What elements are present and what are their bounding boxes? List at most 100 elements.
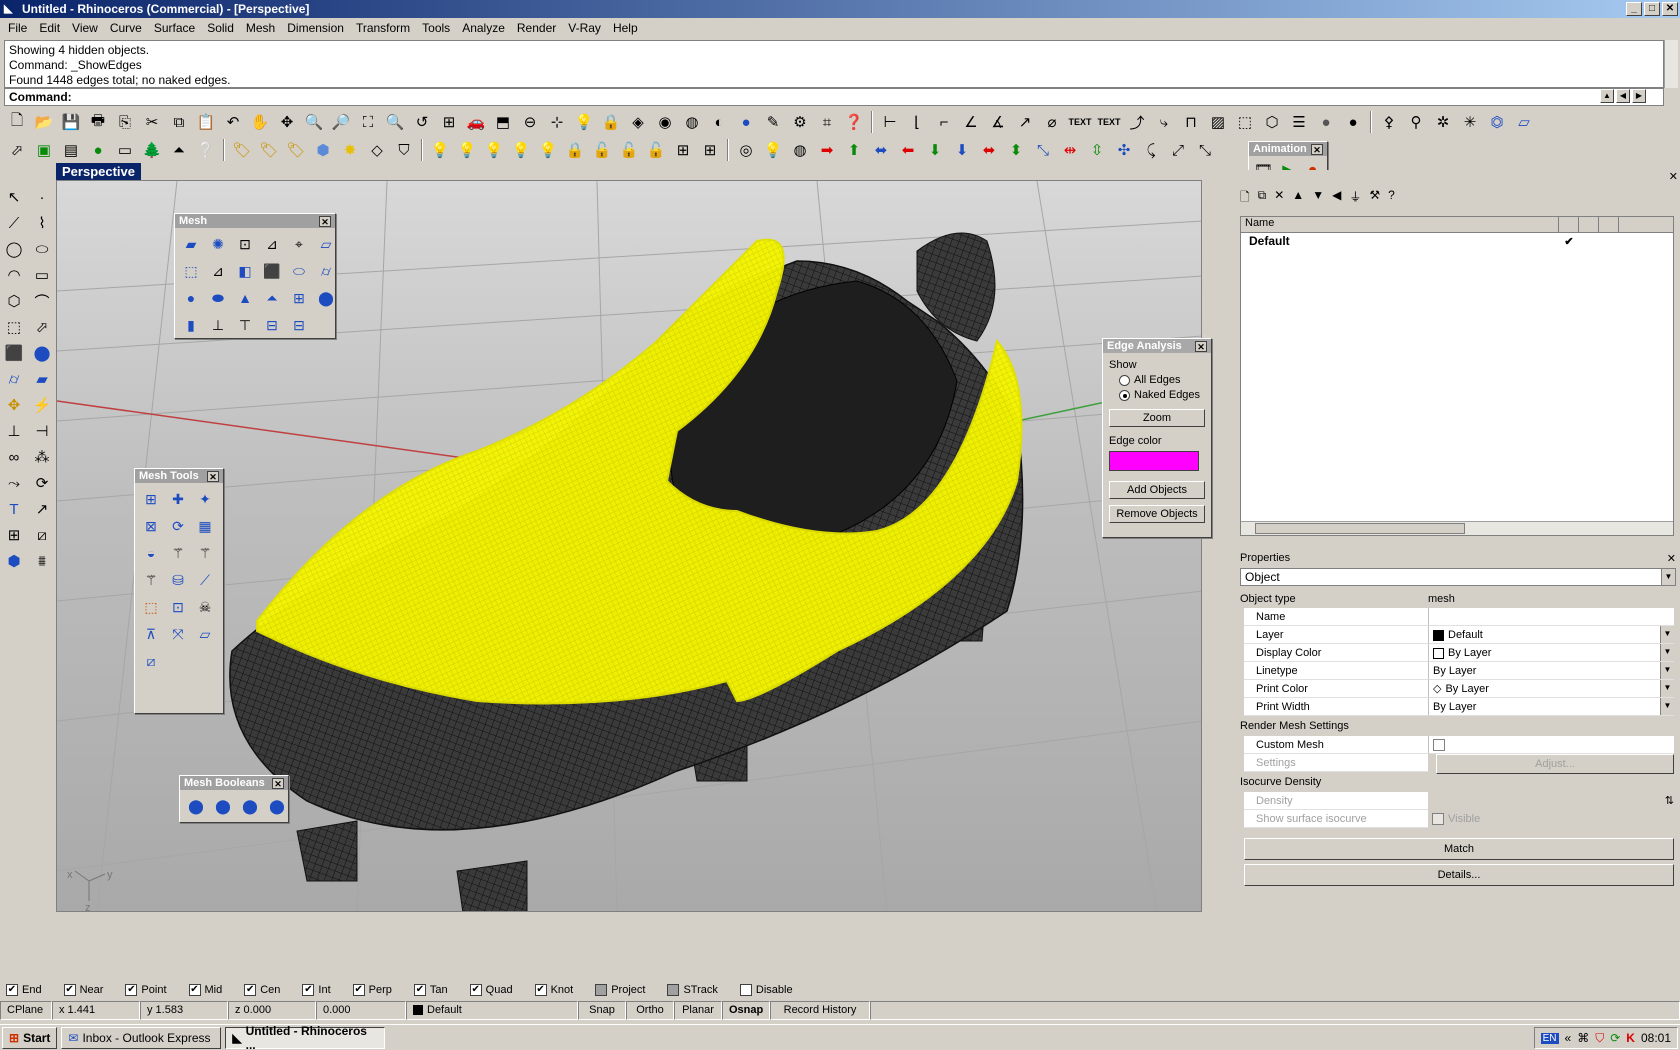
light-off-icon[interactable]: 💡 <box>427 137 453 163</box>
mesh-collapse-icon[interactable]: ⊼ <box>138 621 164 647</box>
osnap-checkbox[interactable]: ✔ <box>413 984 426 996</box>
command-history-scrollbar[interactable] <box>1664 40 1678 88</box>
lock-select-icon[interactable]: 🔓 <box>616 137 642 163</box>
command-prev-icon[interactable]: ◀ <box>1616 89 1630 103</box>
menu-vray[interactable]: V-Ray <box>562 21 607 35</box>
mirror-icon[interactable]: ⧄ <box>28 522 56 548</box>
help-icon[interactable]: ❓ <box>841 109 867 135</box>
osnap-checkbox[interactable]: ✔ <box>244 984 257 996</box>
bend-icon[interactable]: ⤹ <box>1138 137 1164 163</box>
linetype-select[interactable]: By Layer ▼ <box>1428 662 1674 680</box>
text-object-icon[interactable]: TEXT <box>1066 117 1094 127</box>
arc-icon[interactable]: ◠ <box>0 262 28 288</box>
mesh-solid-box-icon[interactable]: ⬛ <box>259 258 285 284</box>
tray-antivirus-icon[interactable]: K <box>1626 1031 1635 1045</box>
paste-icon[interactable]: 📋 <box>193 109 219 135</box>
mesh-split-icon[interactable]: ⊤ <box>232 312 258 338</box>
ortho-toggle[interactable]: Ortho <box>626 1001 674 1020</box>
cplane-indicator[interactable]: CPlane <box>0 1001 52 1020</box>
mesh-boolean-difference-icon[interactable]: ⬤ <box>210 793 236 819</box>
mesh-explode-icon[interactable]: ✦ <box>192 486 218 512</box>
clock[interactable]: 08:01 <box>1641 1031 1671 1045</box>
properties-selector[interactable]: Object ▼ <box>1240 568 1676 586</box>
arrow-collapse-icon[interactable]: ⇹ <box>1057 137 1083 163</box>
prop-row-print-width[interactable]: Print Width By Layer ▼ <box>1244 698 1674 716</box>
mesh-unweld-icon[interactable]: ⊟ <box>286 312 312 338</box>
osnap-mid[interactable]: ✔ Mid <box>188 984 222 996</box>
print-width-select[interactable]: By Layer ▼ <box>1428 698 1674 716</box>
tools-icon[interactable]: ⚒ <box>1369 188 1380 209</box>
properties-close-icon[interactable]: ✕ <box>1667 552 1676 566</box>
layer-select[interactable]: Default ▼ <box>1428 626 1674 644</box>
render-setup-icon[interactable]: ⬀ <box>4 137 30 163</box>
pan-hand-icon[interactable]: ✋ <box>247 109 273 135</box>
fillet-icon[interactable]: ⌒ <box>28 288 56 314</box>
curvature-icon[interactable]: ◎ <box>733 137 759 163</box>
chevron-down-icon[interactable]: ▼ <box>1660 662 1674 679</box>
maximize-button[interactable]: □ <box>1644 2 1660 16</box>
vray-sun-icon[interactable]: ✳ <box>1457 109 1483 135</box>
density-stepper-icon[interactable]: ⇅ <box>1665 795 1674 807</box>
mesh-boolean-split-icon[interactable]: ⬤ <box>264 793 290 819</box>
scroll-thumb[interactable] <box>1255 523 1465 534</box>
viewport-title[interactable]: Perspective <box>56 163 141 180</box>
mesh-flip-icon[interactable]: ⟋ <box>192 567 218 593</box>
pencil-icon[interactable]: ✎ <box>760 109 786 135</box>
mesh-intersect-icon[interactable]: ⤧ <box>165 621 191 647</box>
all-edges-radio[interactable] <box>1119 374 1130 386</box>
arrow-down-icon[interactable]: ⬇ <box>922 137 948 163</box>
details-button[interactable]: Details... <box>1244 864 1674 886</box>
unlock-select-icon[interactable]: 🔓 <box>643 137 669 163</box>
tree-icon[interactable]: 🌲 <box>139 137 165 163</box>
new-layer-icon[interactable]: 🗋 <box>1240 188 1250 209</box>
edge-color-swatch[interactable] <box>1109 451 1199 471</box>
mesh-swap-icon[interactable]: ⟳ <box>165 513 191 539</box>
custom-mesh-checkbox[interactable] <box>1433 739 1445 752</box>
mesh-surface-icon[interactable]: ▱ <box>313 231 339 257</box>
mesh-from-points-icon[interactable]: ⊿ <box>259 231 285 257</box>
transform-icon[interactable]: ✥ <box>0 392 28 418</box>
layers-close-icon[interactable]: ✕ <box>1669 170 1678 183</box>
chevron-down-icon[interactable]: ▼ <box>1660 644 1674 661</box>
leader2-icon[interactable]: ⤷ <box>1151 109 1177 135</box>
layers-horizontal-scrollbar[interactable] <box>1241 521 1673 535</box>
osnap-checkbox[interactable] <box>739 984 752 996</box>
menu-edit[interactable]: Edit <box>33 21 66 35</box>
osnap-perp[interactable]: ✔ Perp <box>352 984 392 996</box>
mesh-box-icon[interactable]: ⬚ <box>178 258 204 284</box>
twist-icon[interactable]: ⤡ <box>1192 137 1218 163</box>
mesh-torus-icon[interactable]: ⬭ <box>286 258 312 284</box>
grid-snap-icon[interactable]: ⌗ <box>814 109 840 135</box>
vray-light-icon[interactable]: ✲ <box>1430 109 1456 135</box>
black-sphere-icon[interactable]: ● <box>1340 109 1366 135</box>
cut-icon[interactable]: ✂ <box>139 109 165 135</box>
zoom-window-icon[interactable]: 🔎 <box>328 109 354 135</box>
mesh-plane2-icon[interactable]: ▱ <box>192 621 218 647</box>
spot-light-icon[interactable]: 💡 <box>508 137 534 163</box>
add-objects-button[interactable]: Add Objects <box>1109 481 1205 499</box>
hatch-icon[interactable]: ▨ <box>1205 109 1231 135</box>
explode-icon[interactable]: ⁂ <box>28 444 56 470</box>
text-block-icon[interactable]: TEXT <box>1095 117 1123 127</box>
material-sphere-icon[interactable]: ● <box>1313 109 1339 135</box>
rectangle-icon[interactable]: ▭ <box>28 262 56 288</box>
snap-toggle[interactable]: Snap <box>578 1001 626 1020</box>
dimension-tool-icon[interactable]: ↗ <box>28 496 56 522</box>
move-down-icon[interactable]: ▼ <box>1312 188 1324 209</box>
tag3-icon[interactable]: 🏷 <box>283 137 309 163</box>
mesh-grid2-icon[interactable]: ⊡ <box>165 594 191 620</box>
command-up-arrow-icon[interactable]: ▲ <box>1600 89 1614 103</box>
spotlight-icon[interactable]: ⏶ <box>166 137 192 163</box>
arrow-move-icon[interactable]: ⬌ <box>868 137 894 163</box>
render-icon[interactable]: ▣ <box>31 137 57 163</box>
analyze-icon[interactable]: ⚡ <box>28 392 56 418</box>
zoom-selected-icon[interactable]: 🔍 <box>382 109 408 135</box>
mesh-fill-hole-icon[interactable]: ✚ <box>165 486 191 512</box>
menu-transform[interactable]: Transform <box>350 21 416 35</box>
arrow-right-icon[interactable]: ➡ <box>814 137 840 163</box>
osnap-near[interactable]: ✔ Near <box>63 984 103 996</box>
taskbar-outlook[interactable]: ✉ Inbox - Outlook Express <box>61 1026 222 1049</box>
osnap-tan[interactable]: ✔ Tan <box>413 984 448 996</box>
menu-surface[interactable]: Surface <box>148 21 201 35</box>
prop-row-print-color[interactable]: Print Color ◇ By Layer ▼ <box>1244 680 1674 698</box>
